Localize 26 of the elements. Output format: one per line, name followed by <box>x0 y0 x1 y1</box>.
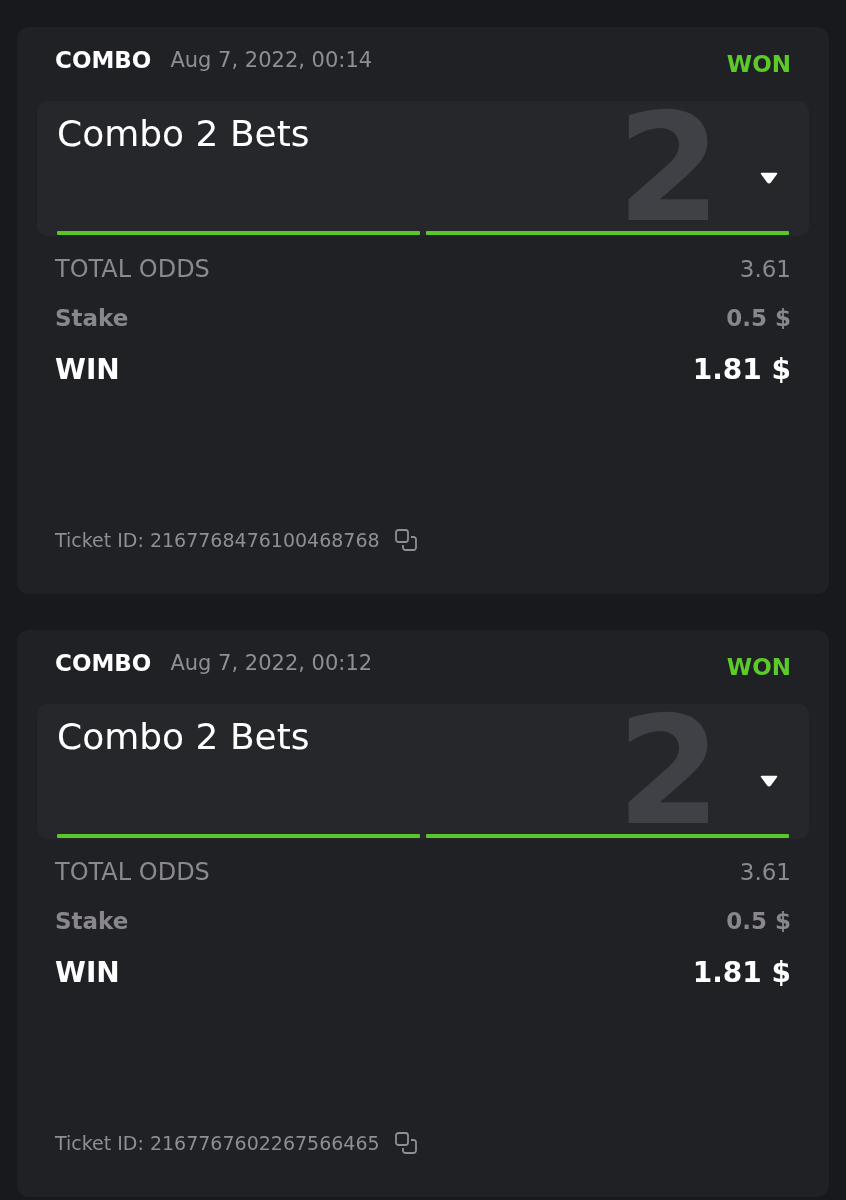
bet-type-label: COMBO <box>55 649 152 678</box>
bet-status-label: WON <box>726 653 791 682</box>
total-odds-value: 3.61 <box>739 858 791 887</box>
stake-label: Stake <box>55 304 129 333</box>
bet-date: Aug 7, 2022, 00:12 <box>170 650 373 677</box>
bet-date: Aug 7, 2022, 00:14 <box>170 47 373 74</box>
win-value: 1.81 $ <box>692 352 791 388</box>
bet-title: Combo 2 Bets <box>57 715 310 759</box>
ticket-id: Ticket ID: 2167768476100468768 <box>55 528 380 553</box>
copy-icon[interactable] <box>394 529 417 551</box>
total-odds-value: 3.61 <box>739 255 791 284</box>
total-odds-label: TOTAL ODDS <box>55 254 210 285</box>
caret-icon[interactable] <box>760 775 778 787</box>
total-odds-label: TOTAL ODDS <box>55 857 210 888</box>
win-value: 1.81 $ <box>692 955 791 991</box>
ticket-id: Ticket ID: 2167767602267566465 <box>55 1131 380 1156</box>
bet-title: Combo 2 Bets <box>57 112 310 156</box>
stake-value: 0.5 $ <box>726 304 791 333</box>
stake-value: 0.5 $ <box>726 907 791 936</box>
caret-icon[interactable] <box>760 172 778 184</box>
bet-status-label: WON <box>726 50 791 79</box>
stake-label: Stake <box>55 907 129 936</box>
copy-icon[interactable] <box>394 1132 417 1154</box>
win-label: WIN <box>55 955 120 991</box>
win-label: WIN <box>55 352 120 388</box>
bet-type-label: COMBO <box>55 46 152 75</box>
